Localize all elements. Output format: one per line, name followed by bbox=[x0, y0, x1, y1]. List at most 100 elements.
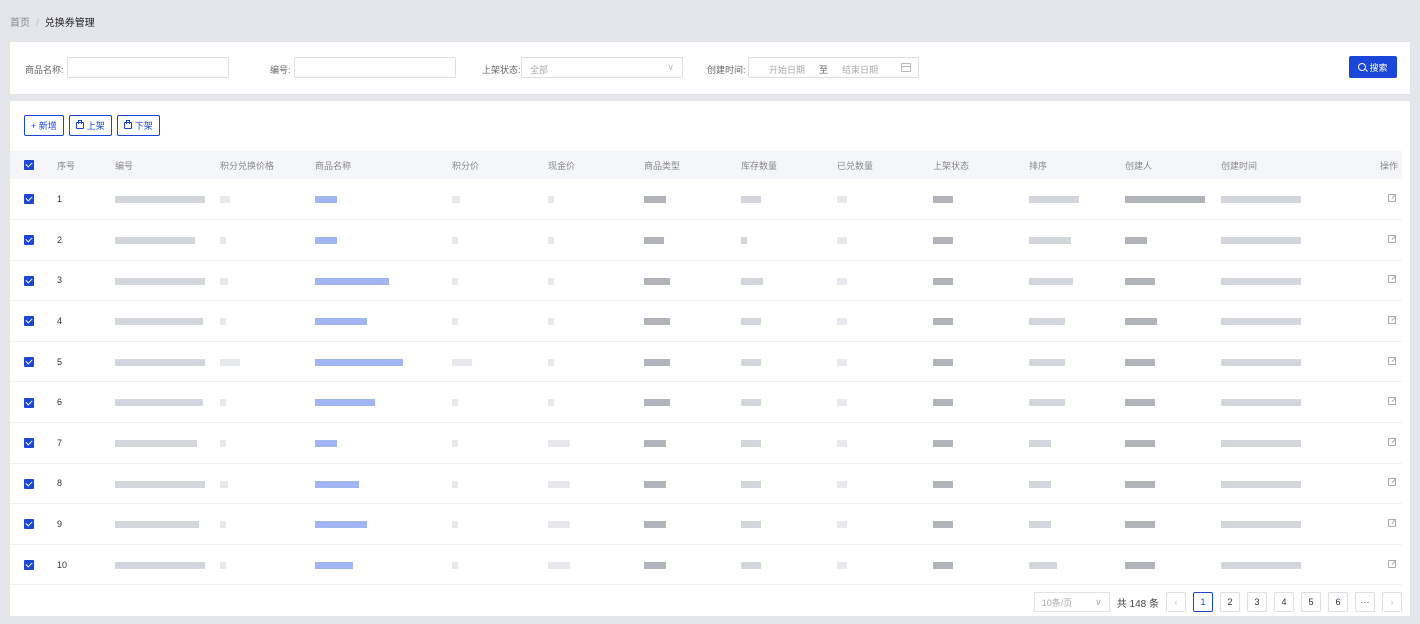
row-checkbox[interactable] bbox=[24, 194, 34, 205]
redacted-cell bbox=[115, 561, 205, 569]
col-header-index: 序号 bbox=[57, 160, 76, 171]
page-button-6[interactable]: 6 bbox=[1328, 592, 1348, 612]
redacted-cell bbox=[220, 439, 226, 447]
status-select[interactable]: 全部 ∨ bbox=[521, 57, 683, 78]
page-button-4[interactable]: 4 bbox=[1274, 592, 1294, 612]
breadcrumb-home[interactable]: 首页 bbox=[10, 18, 30, 29]
redacted-cell bbox=[837, 561, 847, 569]
redacted-cell bbox=[1221, 561, 1301, 569]
col-header-stock: 库存数量 bbox=[741, 160, 778, 171]
redacted-cell[interactable] bbox=[315, 196, 337, 204]
date-range-separator: 至 bbox=[819, 65, 829, 75]
col-header-sort: 排序 bbox=[1029, 160, 1048, 171]
row-checkbox[interactable] bbox=[24, 316, 34, 327]
redacted-cell bbox=[933, 439, 953, 447]
table-row: 8 bbox=[10, 463, 1402, 504]
redacted-cell bbox=[741, 318, 761, 326]
redacted-cell[interactable] bbox=[315, 358, 403, 366]
redacted-cell[interactable] bbox=[315, 318, 367, 326]
more-pages-button[interactable]: ··· bbox=[1355, 592, 1375, 612]
edit-icon[interactable] bbox=[1388, 559, 1396, 568]
redacted-cell[interactable] bbox=[315, 277, 389, 285]
page-button-1[interactable]: 1 bbox=[1193, 592, 1213, 612]
row-checkbox[interactable] bbox=[24, 397, 34, 408]
redacted-cell[interactable] bbox=[315, 521, 367, 529]
redacted-cell bbox=[741, 521, 761, 529]
next-page-button[interactable]: › bbox=[1382, 592, 1402, 612]
table-row: 3 bbox=[10, 260, 1402, 301]
redacted-cell bbox=[741, 439, 761, 447]
page-button-2[interactable]: 2 bbox=[1220, 592, 1240, 612]
redacted-cell bbox=[644, 196, 666, 204]
redacted-cell bbox=[837, 521, 847, 529]
edit-icon[interactable] bbox=[1388, 234, 1396, 243]
redacted-cell bbox=[1029, 277, 1073, 285]
table-row: 5 bbox=[10, 341, 1402, 382]
col-header-redeemed: 已兑数量 bbox=[837, 160, 874, 171]
row-checkbox[interactable] bbox=[24, 356, 34, 367]
prev-page-button[interactable]: ‹ bbox=[1166, 592, 1186, 612]
redacted-cell bbox=[220, 561, 226, 569]
row-checkbox[interactable] bbox=[24, 478, 34, 489]
calendar-icon bbox=[901, 63, 911, 72]
redacted-cell bbox=[548, 277, 554, 285]
redacted-cell bbox=[1029, 399, 1065, 407]
search-icon bbox=[1358, 63, 1367, 71]
redacted-cell[interactable] bbox=[315, 237, 337, 245]
edit-icon[interactable] bbox=[1388, 275, 1396, 284]
redacted-cell bbox=[548, 196, 554, 204]
created-label: 创建时间: bbox=[707, 65, 746, 75]
row-checkbox[interactable] bbox=[24, 438, 34, 449]
code-input[interactable] bbox=[294, 57, 456, 78]
redacted-cell bbox=[452, 561, 458, 569]
list-button[interactable]: 上架 bbox=[68, 115, 112, 136]
unlist-button[interactable]: 下架 bbox=[116, 115, 160, 136]
add-button[interactable]: + 新增 bbox=[24, 115, 64, 136]
select-all-checkbox[interactable] bbox=[24, 160, 34, 171]
redacted-cell bbox=[220, 480, 228, 488]
redacted-cell bbox=[1221, 318, 1301, 326]
redacted-cell bbox=[644, 439, 666, 447]
redacted-cell bbox=[220, 399, 226, 407]
row-index: 5 bbox=[57, 356, 63, 367]
edit-icon[interactable] bbox=[1388, 316, 1396, 325]
redacted-cell bbox=[933, 399, 953, 407]
redacted-cell bbox=[1221, 277, 1301, 285]
redacted-cell bbox=[837, 277, 847, 285]
redacted-cell bbox=[1029, 358, 1065, 366]
page-size-select[interactable]: 10条/页 ∨ bbox=[1033, 592, 1110, 612]
redacted-cell bbox=[933, 277, 953, 285]
edit-icon[interactable] bbox=[1388, 356, 1396, 365]
redacted-cell bbox=[644, 318, 670, 326]
redacted-cell bbox=[220, 358, 240, 366]
table-panel: + 新增 上架 下架 序号 编号 积分兑换价格 商品名称 积分价 现金价 商品类… bbox=[10, 101, 1410, 616]
row-checkbox[interactable] bbox=[24, 235, 34, 246]
row-checkbox[interactable] bbox=[24, 519, 34, 530]
search-button[interactable]: 搜索 bbox=[1349, 56, 1397, 78]
page-button-3[interactable]: 3 bbox=[1247, 592, 1267, 612]
start-date-placeholder: 开始日期 bbox=[769, 65, 806, 75]
voucher-table: 序号 编号 积分兑换价格 商品名称 积分价 现金价 商品类型 库存数量 已兑数量… bbox=[10, 151, 1402, 585]
redacted-cell bbox=[1125, 480, 1155, 488]
edit-icon[interactable] bbox=[1388, 478, 1396, 487]
redacted-cell bbox=[741, 358, 761, 366]
redacted-cell bbox=[1029, 318, 1065, 326]
name-input[interactable] bbox=[67, 57, 229, 78]
redacted-cell bbox=[548, 399, 554, 407]
date-range-picker[interactable]: 开始日期 至 结束日期 bbox=[748, 57, 919, 78]
redacted-cell bbox=[741, 399, 761, 407]
edit-icon[interactable] bbox=[1388, 397, 1396, 406]
page-button-5[interactable]: 5 bbox=[1301, 592, 1321, 612]
redacted-cell[interactable] bbox=[315, 399, 375, 407]
edit-icon[interactable] bbox=[1388, 519, 1396, 528]
redacted-cell[interactable] bbox=[315, 480, 359, 488]
redacted-cell bbox=[837, 237, 847, 245]
row-checkbox[interactable] bbox=[24, 559, 34, 570]
redacted-cell bbox=[548, 521, 570, 529]
row-index: 8 bbox=[57, 478, 63, 489]
edit-icon[interactable] bbox=[1388, 194, 1396, 203]
edit-icon[interactable] bbox=[1388, 437, 1396, 446]
redacted-cell[interactable] bbox=[315, 439, 337, 447]
row-checkbox[interactable] bbox=[24, 275, 34, 286]
redacted-cell[interactable] bbox=[315, 561, 353, 569]
